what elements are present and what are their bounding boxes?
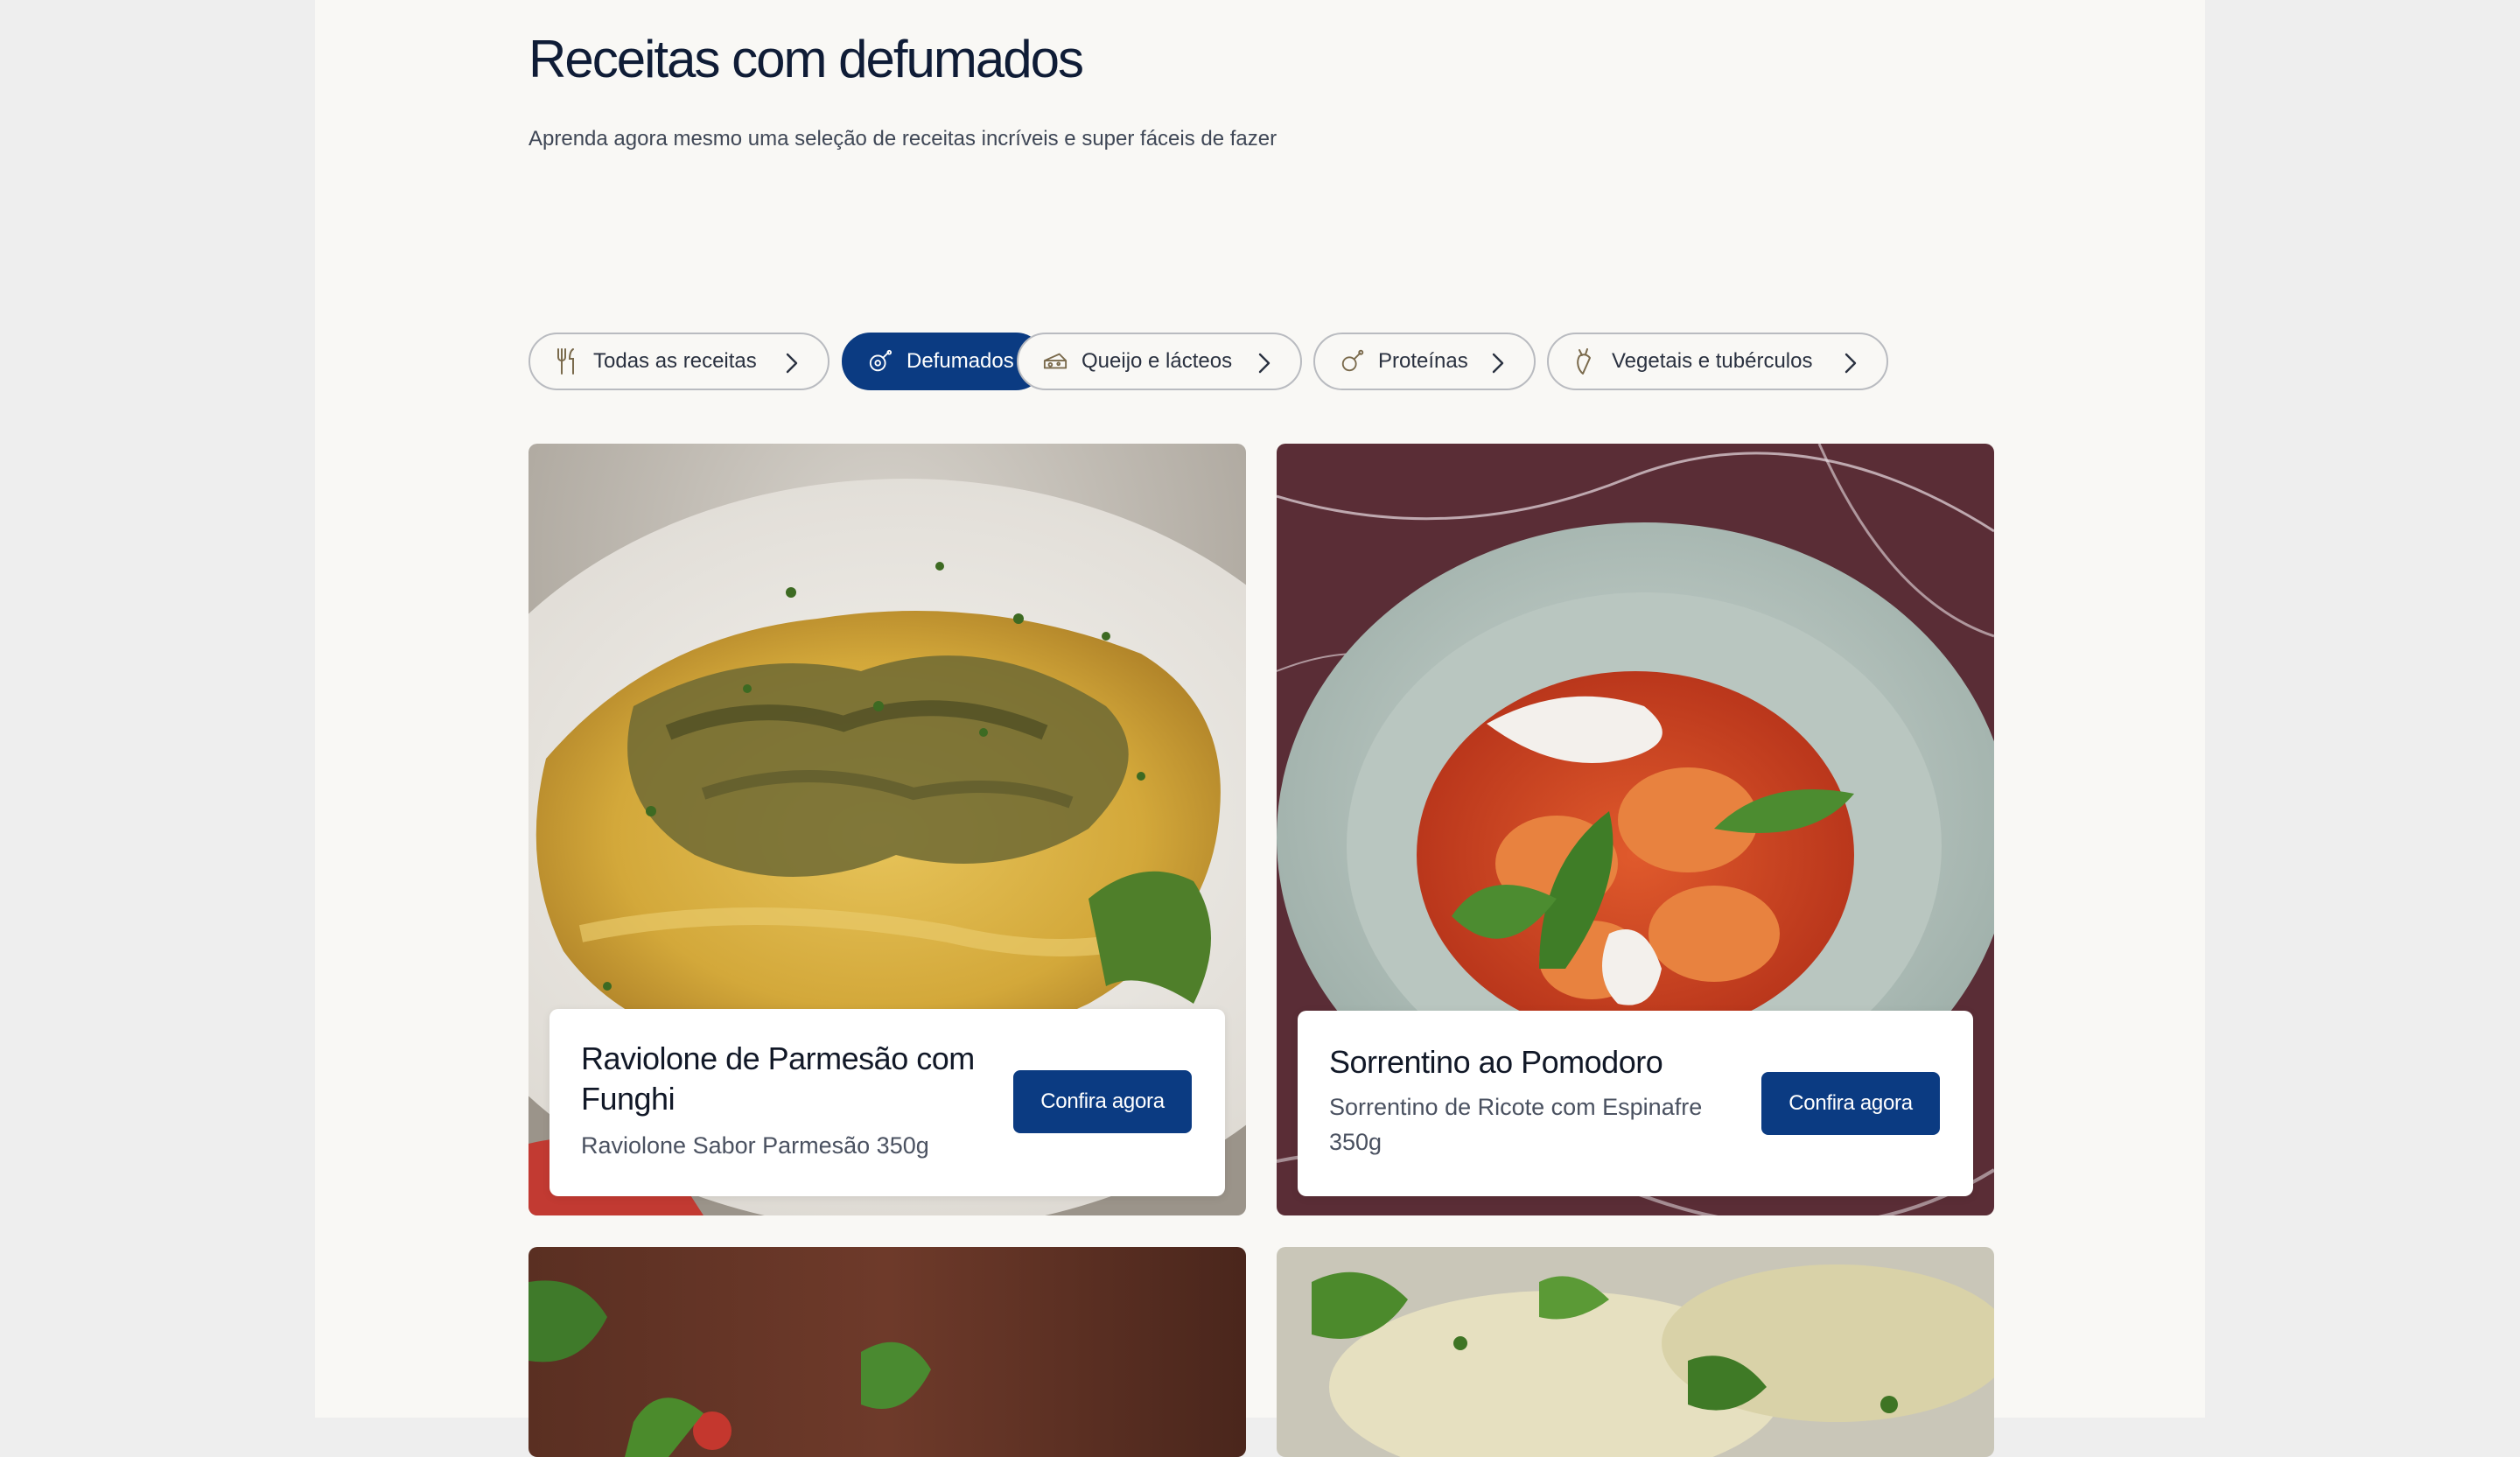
recipe-photo <box>1277 1247 1994 1457</box>
filter-chip-label: Queijo e lácteos <box>1082 349 1233 373</box>
recipe-photo <box>528 1247 1246 1457</box>
recipe-card[interactable] <box>528 1247 1246 1457</box>
chevron-right-icon <box>1844 353 1857 374</box>
ham-icon <box>868 347 892 376</box>
filter-chip-label: Vegetais e tubérculos <box>1612 349 1813 373</box>
page-title: Receitas com defumados <box>528 30 1084 88</box>
recipe-title-line-2: Funghi <box>581 1081 676 1117</box>
filter-chip-label: Proteínas <box>1378 349 1468 373</box>
chevron-right-icon <box>1258 353 1270 374</box>
filter-chip-queijo-e-lacteos[interactable]: Queijo e lácteos <box>1017 333 1302 390</box>
filter-chip-defumados[interactable]: Defumados <box>842 333 1045 390</box>
recipe-info-box: Sorrentino ao Pomodoro Sorrentino de Ric… <box>1298 1011 1973 1196</box>
chevron-right-icon <box>1492 353 1504 374</box>
recipe-product: Raviolone Sabor Parmesão 350g <box>581 1132 929 1159</box>
utensils-icon <box>555 347 579 376</box>
recipe-title-line-1: Raviolone de Parmesão com <box>581 1040 975 1076</box>
drumstick-icon <box>1340 347 1364 376</box>
recipe-info-box: Raviolone de Parmesão com Funghi Raviolo… <box>550 1009 1225 1196</box>
filter-chip-label: Defumados <box>906 349 1014 373</box>
page-subtitle: Aprenda agora mesmo uma seleção de recei… <box>528 127 1278 151</box>
page-container: Receitas com defumados Aprenda agora mes… <box>315 0 2205 1457</box>
recipe-card[interactable]: Sorrentino ao Pomodoro Sorrentino de Ric… <box>1277 444 1994 1215</box>
confira-agora-button[interactable]: Confira agora <box>1013 1070 1192 1133</box>
recipe-product-line-2: 350g <box>1329 1129 1382 1155</box>
filter-chip-todas-as-receitas[interactable]: Todas as receitas <box>528 333 830 390</box>
confira-agora-button[interactable]: Confira agora <box>1761 1072 1940 1135</box>
filter-chip-label: Todas as receitas <box>593 349 757 373</box>
carrot-icon <box>1573 347 1598 376</box>
recipe-product-line-1: Sorrentino de Ricote com Espinafre <box>1329 1094 1703 1120</box>
filter-chip-proteinas[interactable]: Proteínas <box>1313 333 1536 390</box>
cheese-icon <box>1043 347 1068 376</box>
chevron-right-icon <box>786 353 798 374</box>
recipe-card[interactable]: Raviolone de Parmesão com Funghi Raviolo… <box>528 444 1246 1215</box>
recipe-title: Sorrentino ao Pomodoro <box>1329 1044 1663 1080</box>
recipe-card[interactable] <box>1277 1247 1994 1457</box>
filter-chip-vegetais-e-tuberculos[interactable]: Vegetais e tubérculos <box>1547 333 1888 390</box>
